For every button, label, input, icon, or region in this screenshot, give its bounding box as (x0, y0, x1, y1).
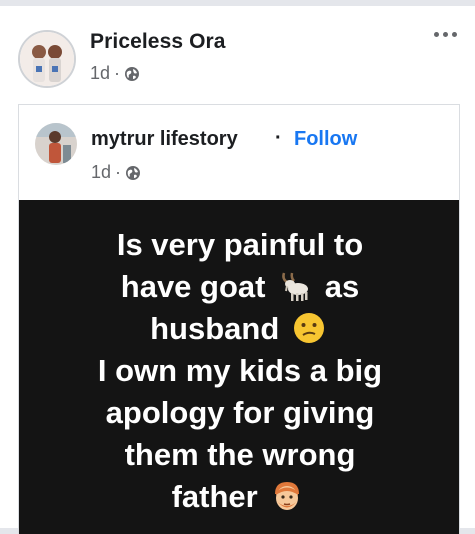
shared-author-avatar[interactable] (35, 123, 77, 165)
caption-text: husband (150, 311, 280, 346)
man-face-emoji-icon (275, 481, 300, 510)
caption-line: I own my kids a big (97, 353, 383, 388)
shared-post-time[interactable]: 1d (91, 162, 111, 183)
globe-icon (126, 165, 141, 180)
confused-face-emoji-icon (293, 312, 324, 343)
caption-line: Is very painful to (116, 227, 364, 262)
text-post-image[interactable]: Is very painful to have goat as husband … (19, 200, 459, 534)
post-time[interactable]: 1d (90, 63, 110, 84)
shared-author-name[interactable]: mytrur lifestory (91, 128, 238, 151)
author-avatar[interactable] (18, 30, 76, 88)
follow-button[interactable]: Follow (294, 128, 357, 151)
globe-icon (125, 66, 140, 81)
caption-line: them the wrong (124, 437, 356, 472)
post-meta: 1d · (90, 63, 140, 84)
caption-line: father (19, 476, 459, 518)
author-name[interactable]: Priceless Ora (90, 30, 226, 54)
caption-text: as (324, 269, 360, 304)
meta-separator: · (114, 63, 121, 83)
post-caption: Is very painful to have goat as husband … (19, 224, 459, 518)
caption-line: husband (19, 308, 459, 350)
caption-text: father (171, 479, 258, 514)
caption-line: apology for giving (105, 395, 375, 430)
caption-text: have goat (120, 269, 266, 304)
post-card: Priceless Ora 1d · mytrur lifestory · Fo… (0, 6, 475, 534)
caption-line: have goat as (19, 266, 459, 308)
follow-separator: · (275, 127, 282, 149)
more-options-icon[interactable] (434, 32, 457, 37)
shared-post[interactable]: mytrur lifestory · Follow 1d · Is very p… (18, 104, 460, 534)
shared-meta-separator: · (115, 162, 122, 182)
shared-post-meta: 1d · (91, 162, 141, 183)
goat-emoji-icon (282, 272, 309, 301)
